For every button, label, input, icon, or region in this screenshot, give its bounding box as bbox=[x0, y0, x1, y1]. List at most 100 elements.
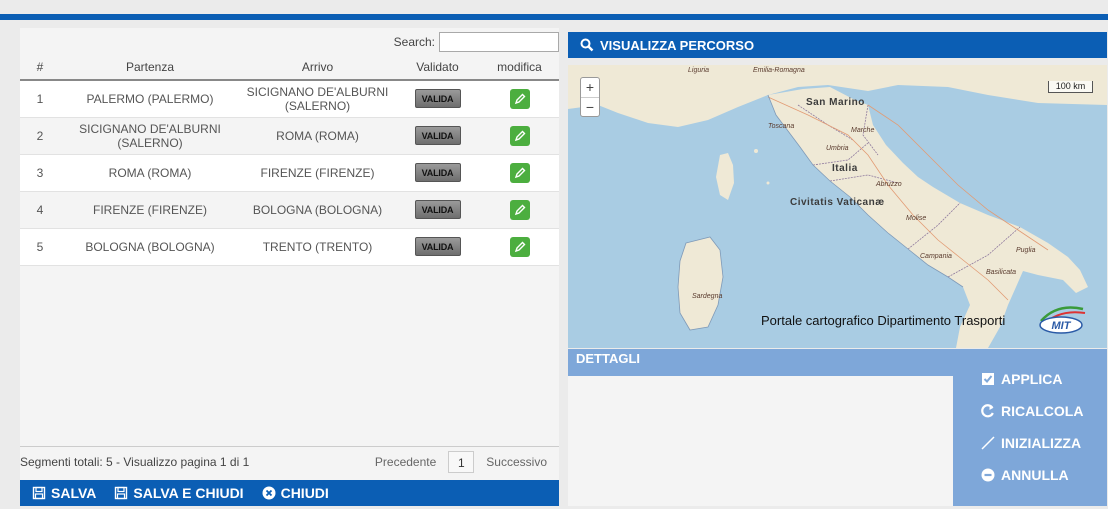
chiudi-button[interactable]: CHIUDI bbox=[262, 485, 329, 501]
valida-button[interactable]: VALIDA bbox=[414, 200, 461, 219]
route-panel: VISUALIZZA PERCORSO Liguria Emilia-Romag… bbox=[568, 28, 1107, 506]
row-arrivo: TRENTO (TRENTO) bbox=[240, 228, 395, 266]
segments-panel: Search: # Partenza Arrivo Validato modif… bbox=[20, 28, 559, 506]
table-header-row: # Partenza Arrivo Validato modifica bbox=[20, 55, 559, 81]
annulla-label: ANNULLA bbox=[1001, 467, 1069, 483]
valida-button[interactable]: VALIDA bbox=[414, 126, 461, 145]
search-box: Search: bbox=[394, 32, 559, 52]
footer-divider bbox=[20, 446, 559, 447]
row-arrivo: SICIGNANO DE'ALBURNI (SALERNO) bbox=[240, 80, 395, 118]
applica-button[interactable]: APPLICA bbox=[981, 371, 1062, 387]
edit-button[interactable] bbox=[509, 162, 530, 183]
row-arrivo: ROMA (ROMA) bbox=[240, 117, 395, 155]
applica-label: APPLICA bbox=[1001, 371, 1063, 387]
close-circle-icon bbox=[262, 486, 276, 500]
mit-logo: MIT bbox=[1037, 301, 1089, 340]
valida-button[interactable]: VALIDA bbox=[414, 237, 461, 256]
header-validato[interactable]: Validato bbox=[395, 55, 480, 81]
row-number: 2 bbox=[20, 117, 60, 155]
row-modifica bbox=[480, 191, 559, 229]
salva-e-chiudi-label: SALVA E CHIUDI bbox=[133, 485, 244, 501]
row-partenza: FIRENZE (FIRENZE) bbox=[60, 191, 240, 229]
table-row: 1 PALERMO (PALERMO) SICIGNANO DE'ALBURNI… bbox=[20, 80, 559, 118]
row-number: 4 bbox=[20, 191, 60, 229]
row-number: 3 bbox=[20, 154, 60, 192]
row-modifica bbox=[480, 228, 559, 266]
edit-button[interactable] bbox=[509, 236, 530, 257]
row-validato: VALIDA bbox=[395, 191, 480, 229]
zoom-out-button[interactable]: − bbox=[581, 97, 599, 116]
salva-button[interactable]: SALVA bbox=[32, 485, 96, 501]
table-row: 5 BOLOGNA (BOLOGNA) TRENTO (TRENTO) VALI… bbox=[20, 228, 559, 266]
chiudi-label: CHIUDI bbox=[280, 485, 329, 501]
header-arrivo[interactable]: Arrivo bbox=[240, 55, 395, 81]
pagination-info: Segmenti totali: 5 - Visualizzo pagina 1… bbox=[20, 455, 250, 469]
label-basilicata: Basilicata bbox=[986, 269, 1016, 276]
label-molise: Molise bbox=[906, 215, 927, 222]
pencil-icon bbox=[514, 241, 525, 252]
next-page-link[interactable]: Successivo bbox=[486, 455, 547, 469]
row-partenza: BOLOGNA (BOLOGNA) bbox=[60, 228, 240, 266]
label-sardegna: Sardegna bbox=[692, 293, 723, 300]
pencil-icon bbox=[514, 167, 525, 178]
row-number: 5 bbox=[20, 228, 60, 266]
row-modifica bbox=[480, 117, 559, 155]
details-title: DETTAGLI bbox=[568, 349, 953, 376]
inizializza-button[interactable]: INIZIALIZZA bbox=[981, 435, 1081, 451]
label-civitatis-vaticanae: Civitatis Vaticanæ bbox=[790, 197, 885, 208]
label-san-marino: San Marino bbox=[806, 97, 865, 108]
floppy-icon bbox=[115, 486, 128, 500]
label-emilia-romagna: Emilia-Romagna bbox=[753, 67, 805, 74]
valida-button[interactable]: VALIDA bbox=[414, 163, 461, 182]
refresh-icon bbox=[981, 404, 994, 418]
row-partenza: PALERMO (PALERMO) bbox=[60, 80, 240, 118]
details-panel: DETTAGLI APPLICA RICALCOLA INIZIALIZZA A… bbox=[568, 349, 1107, 506]
pencil-icon bbox=[514, 93, 525, 104]
pencil-icon bbox=[514, 130, 525, 141]
action-bar: SALVA SALVA E CHIUDI CHIUDI bbox=[20, 480, 559, 506]
valida-button[interactable]: VALIDA bbox=[414, 89, 461, 109]
search-input[interactable] bbox=[439, 32, 559, 52]
header-number[interactable]: # bbox=[20, 55, 60, 81]
scale-bar: 100 km bbox=[1048, 81, 1093, 93]
map-header: VISUALIZZA PERCORSO bbox=[568, 32, 1107, 58]
label-toscana: Toscana bbox=[768, 123, 795, 130]
row-partenza: SICIGNANO DE'ALBURNI (SALERNO) bbox=[60, 117, 240, 155]
label-campania: Campania bbox=[920, 253, 952, 260]
page-number-button[interactable]: 1 bbox=[448, 451, 475, 473]
label-marche: Marche bbox=[851, 127, 875, 134]
edit-button[interactable] bbox=[509, 125, 530, 146]
ricalcola-label: RICALCOLA bbox=[1001, 403, 1084, 419]
inizializza-label: INIZIALIZZA bbox=[1001, 435, 1082, 451]
svg-text:MIT: MIT bbox=[1052, 320, 1072, 332]
search-icon bbox=[580, 38, 594, 52]
salva-e-chiudi-button[interactable]: SALVA E CHIUDI bbox=[114, 485, 244, 501]
row-validato: VALIDA bbox=[395, 154, 480, 192]
minus-circle-icon bbox=[981, 468, 995, 482]
label-italia: Italia bbox=[832, 163, 858, 174]
edit-button[interactable] bbox=[509, 199, 530, 220]
prev-page-link[interactable]: Precedente bbox=[375, 455, 436, 469]
row-validato: VALIDA bbox=[395, 228, 480, 266]
zoom-control: + − bbox=[580, 77, 600, 117]
zoom-in-button[interactable]: + bbox=[581, 78, 599, 97]
map-view[interactable]: Liguria Emilia-Romagna San Marino Toscan… bbox=[568, 65, 1107, 348]
label-puglia: Puglia bbox=[1016, 247, 1036, 254]
segments-table: # Partenza Arrivo Validato modifica 1 PA… bbox=[20, 55, 559, 266]
line-icon bbox=[981, 436, 995, 450]
label-umbria: Umbria bbox=[826, 145, 849, 152]
header-partenza[interactable]: Partenza bbox=[60, 55, 240, 81]
edit-button[interactable] bbox=[509, 88, 530, 109]
header-modifica[interactable]: modifica bbox=[480, 55, 559, 81]
side-action-bar: APPLICA RICALCOLA INIZIALIZZA ANNULLA bbox=[953, 349, 1107, 506]
ricalcola-button[interactable]: RICALCOLA bbox=[981, 403, 1083, 419]
row-partenza: ROMA (ROMA) bbox=[60, 154, 240, 192]
top-accent-bar bbox=[0, 14, 1108, 20]
annulla-button[interactable]: ANNULLA bbox=[981, 467, 1069, 483]
map-attribution: Portale cartografico Dipartimento Traspo… bbox=[761, 313, 1006, 328]
row-modifica bbox=[480, 80, 559, 118]
row-arrivo: FIRENZE (FIRENZE) bbox=[240, 154, 395, 192]
row-validato: VALIDA bbox=[395, 117, 480, 155]
pagination: Precedente 1 Successivo bbox=[375, 451, 547, 473]
map-header-title: VISUALIZZA PERCORSO bbox=[600, 37, 755, 53]
